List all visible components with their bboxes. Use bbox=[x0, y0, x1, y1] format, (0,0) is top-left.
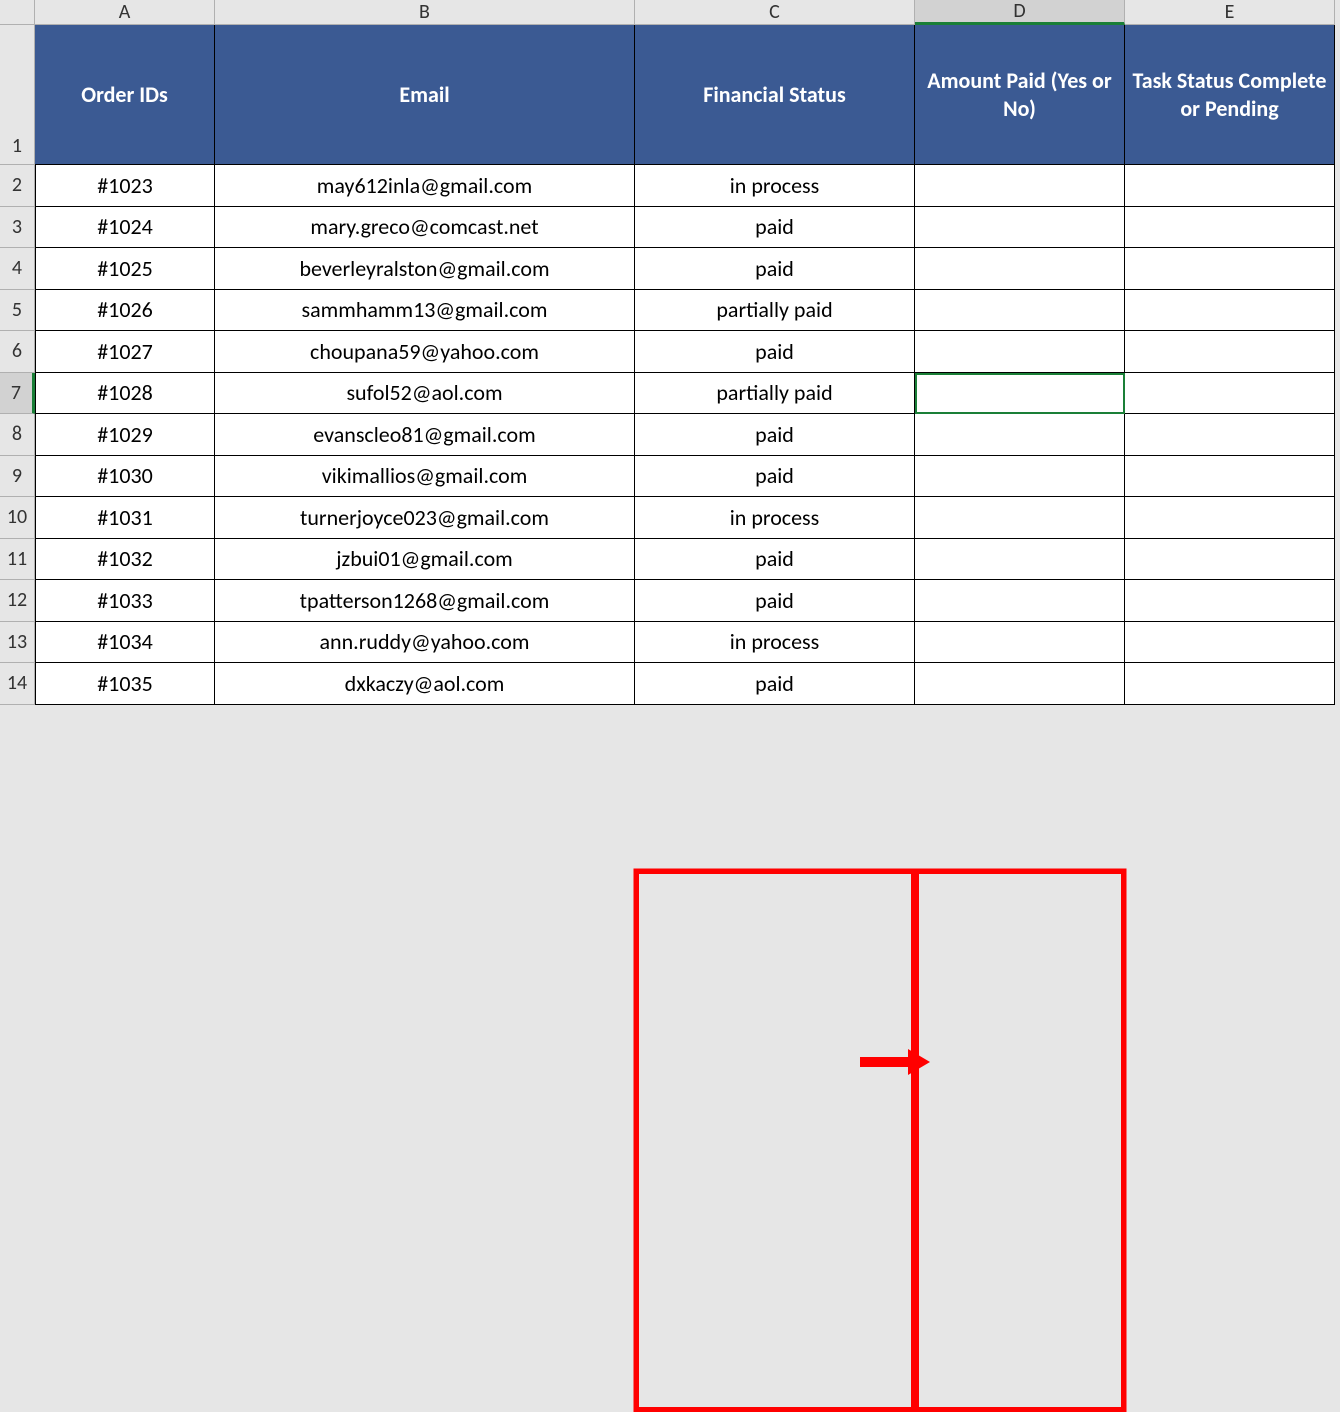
row-header-11[interactable]: 11 bbox=[0, 539, 35, 581]
cell-D9[interactable] bbox=[915, 456, 1125, 498]
cell-E9[interactable] bbox=[1125, 456, 1335, 498]
cell-A8[interactable]: #1029 bbox=[35, 414, 215, 456]
header-amount-paid[interactable]: Amount Paid (Yes or No) bbox=[915, 25, 1125, 165]
cell-E8[interactable] bbox=[1125, 414, 1335, 456]
cell-C2[interactable]: in process bbox=[635, 165, 915, 207]
cell-E3[interactable] bbox=[1125, 207, 1335, 249]
cell-A13[interactable]: #1034 bbox=[35, 622, 215, 664]
cell-C12[interactable]: paid bbox=[635, 580, 915, 622]
cell-A3[interactable]: #1024 bbox=[35, 207, 215, 249]
cell-C6[interactable]: paid bbox=[635, 331, 915, 373]
cell-B5[interactable]: sammhamm13@gmail.com bbox=[215, 290, 635, 332]
cell-E2[interactable] bbox=[1125, 165, 1335, 207]
row-header-5[interactable]: 5 bbox=[0, 290, 35, 332]
row-header-2[interactable]: 2 bbox=[0, 165, 35, 207]
header-financial-status[interactable]: Financial Status bbox=[635, 25, 915, 165]
cell-B12[interactable]: tpatterson1268@gmail.com bbox=[215, 580, 635, 622]
cell-B8[interactable]: evanscleo81@gmail.com bbox=[215, 414, 635, 456]
cell-B3[interactable]: mary.greco@comcast.net bbox=[215, 207, 635, 249]
cell-D6[interactable] bbox=[915, 331, 1125, 373]
cell-A7[interactable]: #1028 bbox=[35, 373, 215, 415]
cell-C11[interactable]: paid bbox=[635, 539, 915, 581]
header-task-status[interactable]: Task Status Complete or Pending bbox=[1125, 25, 1335, 165]
cell-C14[interactable]: paid bbox=[635, 663, 915, 705]
col-header-C[interactable]: C bbox=[635, 0, 915, 25]
cell-D5[interactable] bbox=[915, 290, 1125, 332]
cell-B13[interactable]: ann.ruddy@yahoo.com bbox=[215, 622, 635, 664]
row-header-1[interactable]: 1 bbox=[0, 25, 35, 165]
highlight-column-c bbox=[634, 869, 916, 1412]
cell-B2[interactable]: may612inla@gmail.com bbox=[215, 165, 635, 207]
cell-B4[interactable]: beverleyralston@gmail.com bbox=[215, 248, 635, 290]
cell-D12[interactable] bbox=[915, 580, 1125, 622]
cell-A4[interactable]: #1025 bbox=[35, 248, 215, 290]
row-header-7[interactable]: 7 bbox=[0, 373, 35, 415]
header-email[interactable]: Email bbox=[215, 25, 635, 165]
cell-D7[interactable] bbox=[915, 373, 1125, 415]
cell-E13[interactable] bbox=[1125, 622, 1335, 664]
cell-C9[interactable]: paid bbox=[635, 456, 915, 498]
cell-B10[interactable]: turnerjoyce023@gmail.com bbox=[215, 497, 635, 539]
cell-E5[interactable] bbox=[1125, 290, 1335, 332]
cell-E11[interactable] bbox=[1125, 539, 1335, 581]
arrow-icon bbox=[860, 1053, 930, 1071]
select-all-corner[interactable] bbox=[0, 0, 35, 25]
cell-C13[interactable]: in process bbox=[635, 622, 915, 664]
cell-D10[interactable] bbox=[915, 497, 1125, 539]
row-header-12[interactable]: 12 bbox=[0, 580, 35, 622]
highlight-column-d bbox=[914, 869, 1126, 1412]
cell-E14[interactable] bbox=[1125, 663, 1335, 705]
row-header-6[interactable]: 6 bbox=[0, 331, 35, 373]
col-header-E[interactable]: E bbox=[1125, 0, 1335, 25]
cell-A12[interactable]: #1033 bbox=[35, 580, 215, 622]
cell-A11[interactable]: #1032 bbox=[35, 539, 215, 581]
cell-E7[interactable] bbox=[1125, 373, 1335, 415]
cell-D11[interactable] bbox=[915, 539, 1125, 581]
cell-C10[interactable]: in process bbox=[635, 497, 915, 539]
cell-B14[interactable]: dxkaczy@aol.com bbox=[215, 663, 635, 705]
col-header-B[interactable]: B bbox=[215, 0, 635, 25]
cell-E4[interactable] bbox=[1125, 248, 1335, 290]
row-header-3[interactable]: 3 bbox=[0, 207, 35, 249]
row-header-14[interactable]: 14 bbox=[0, 663, 35, 705]
row-header-10[interactable]: 10 bbox=[0, 497, 35, 539]
cell-D3[interactable] bbox=[915, 207, 1125, 249]
cell-D13[interactable] bbox=[915, 622, 1125, 664]
cell-A6[interactable]: #1027 bbox=[35, 331, 215, 373]
header-order-ids[interactable]: Order IDs bbox=[35, 25, 215, 165]
spreadsheet-grid[interactable]: A B C D E 1 Order IDs Email Financial St… bbox=[0, 0, 1340, 705]
row-header-8[interactable]: 8 bbox=[0, 414, 35, 456]
cell-B11[interactable]: jzbui01@gmail.com bbox=[215, 539, 635, 581]
cell-E6[interactable] bbox=[1125, 331, 1335, 373]
cell-E12[interactable] bbox=[1125, 580, 1335, 622]
col-header-D[interactable]: D bbox=[915, 0, 1125, 25]
cell-C4[interactable]: paid bbox=[635, 248, 915, 290]
cell-C8[interactable]: paid bbox=[635, 414, 915, 456]
row-header-9[interactable]: 9 bbox=[0, 456, 35, 498]
col-header-A[interactable]: A bbox=[35, 0, 215, 25]
row-header-4[interactable]: 4 bbox=[0, 248, 35, 290]
cell-B6[interactable]: choupana59@yahoo.com bbox=[215, 331, 635, 373]
cell-D4[interactable] bbox=[915, 248, 1125, 290]
cell-A14[interactable]: #1035 bbox=[35, 663, 215, 705]
cell-A2[interactable]: #1023 bbox=[35, 165, 215, 207]
cell-C3[interactable]: paid bbox=[635, 207, 915, 249]
cell-D8[interactable] bbox=[915, 414, 1125, 456]
cell-B9[interactable]: vikimallios@gmail.com bbox=[215, 456, 635, 498]
cell-C5[interactable]: partially paid bbox=[635, 290, 915, 332]
row-header-13[interactable]: 13 bbox=[0, 622, 35, 664]
cell-D14[interactable] bbox=[915, 663, 1125, 705]
cell-A10[interactable]: #1031 bbox=[35, 497, 215, 539]
cell-B7[interactable]: sufol52@aol.com bbox=[215, 373, 635, 415]
cell-D2[interactable] bbox=[915, 165, 1125, 207]
cell-A5[interactable]: #1026 bbox=[35, 290, 215, 332]
cell-C7[interactable]: partially paid bbox=[635, 373, 915, 415]
cell-A9[interactable]: #1030 bbox=[35, 456, 215, 498]
cell-E10[interactable] bbox=[1125, 497, 1335, 539]
